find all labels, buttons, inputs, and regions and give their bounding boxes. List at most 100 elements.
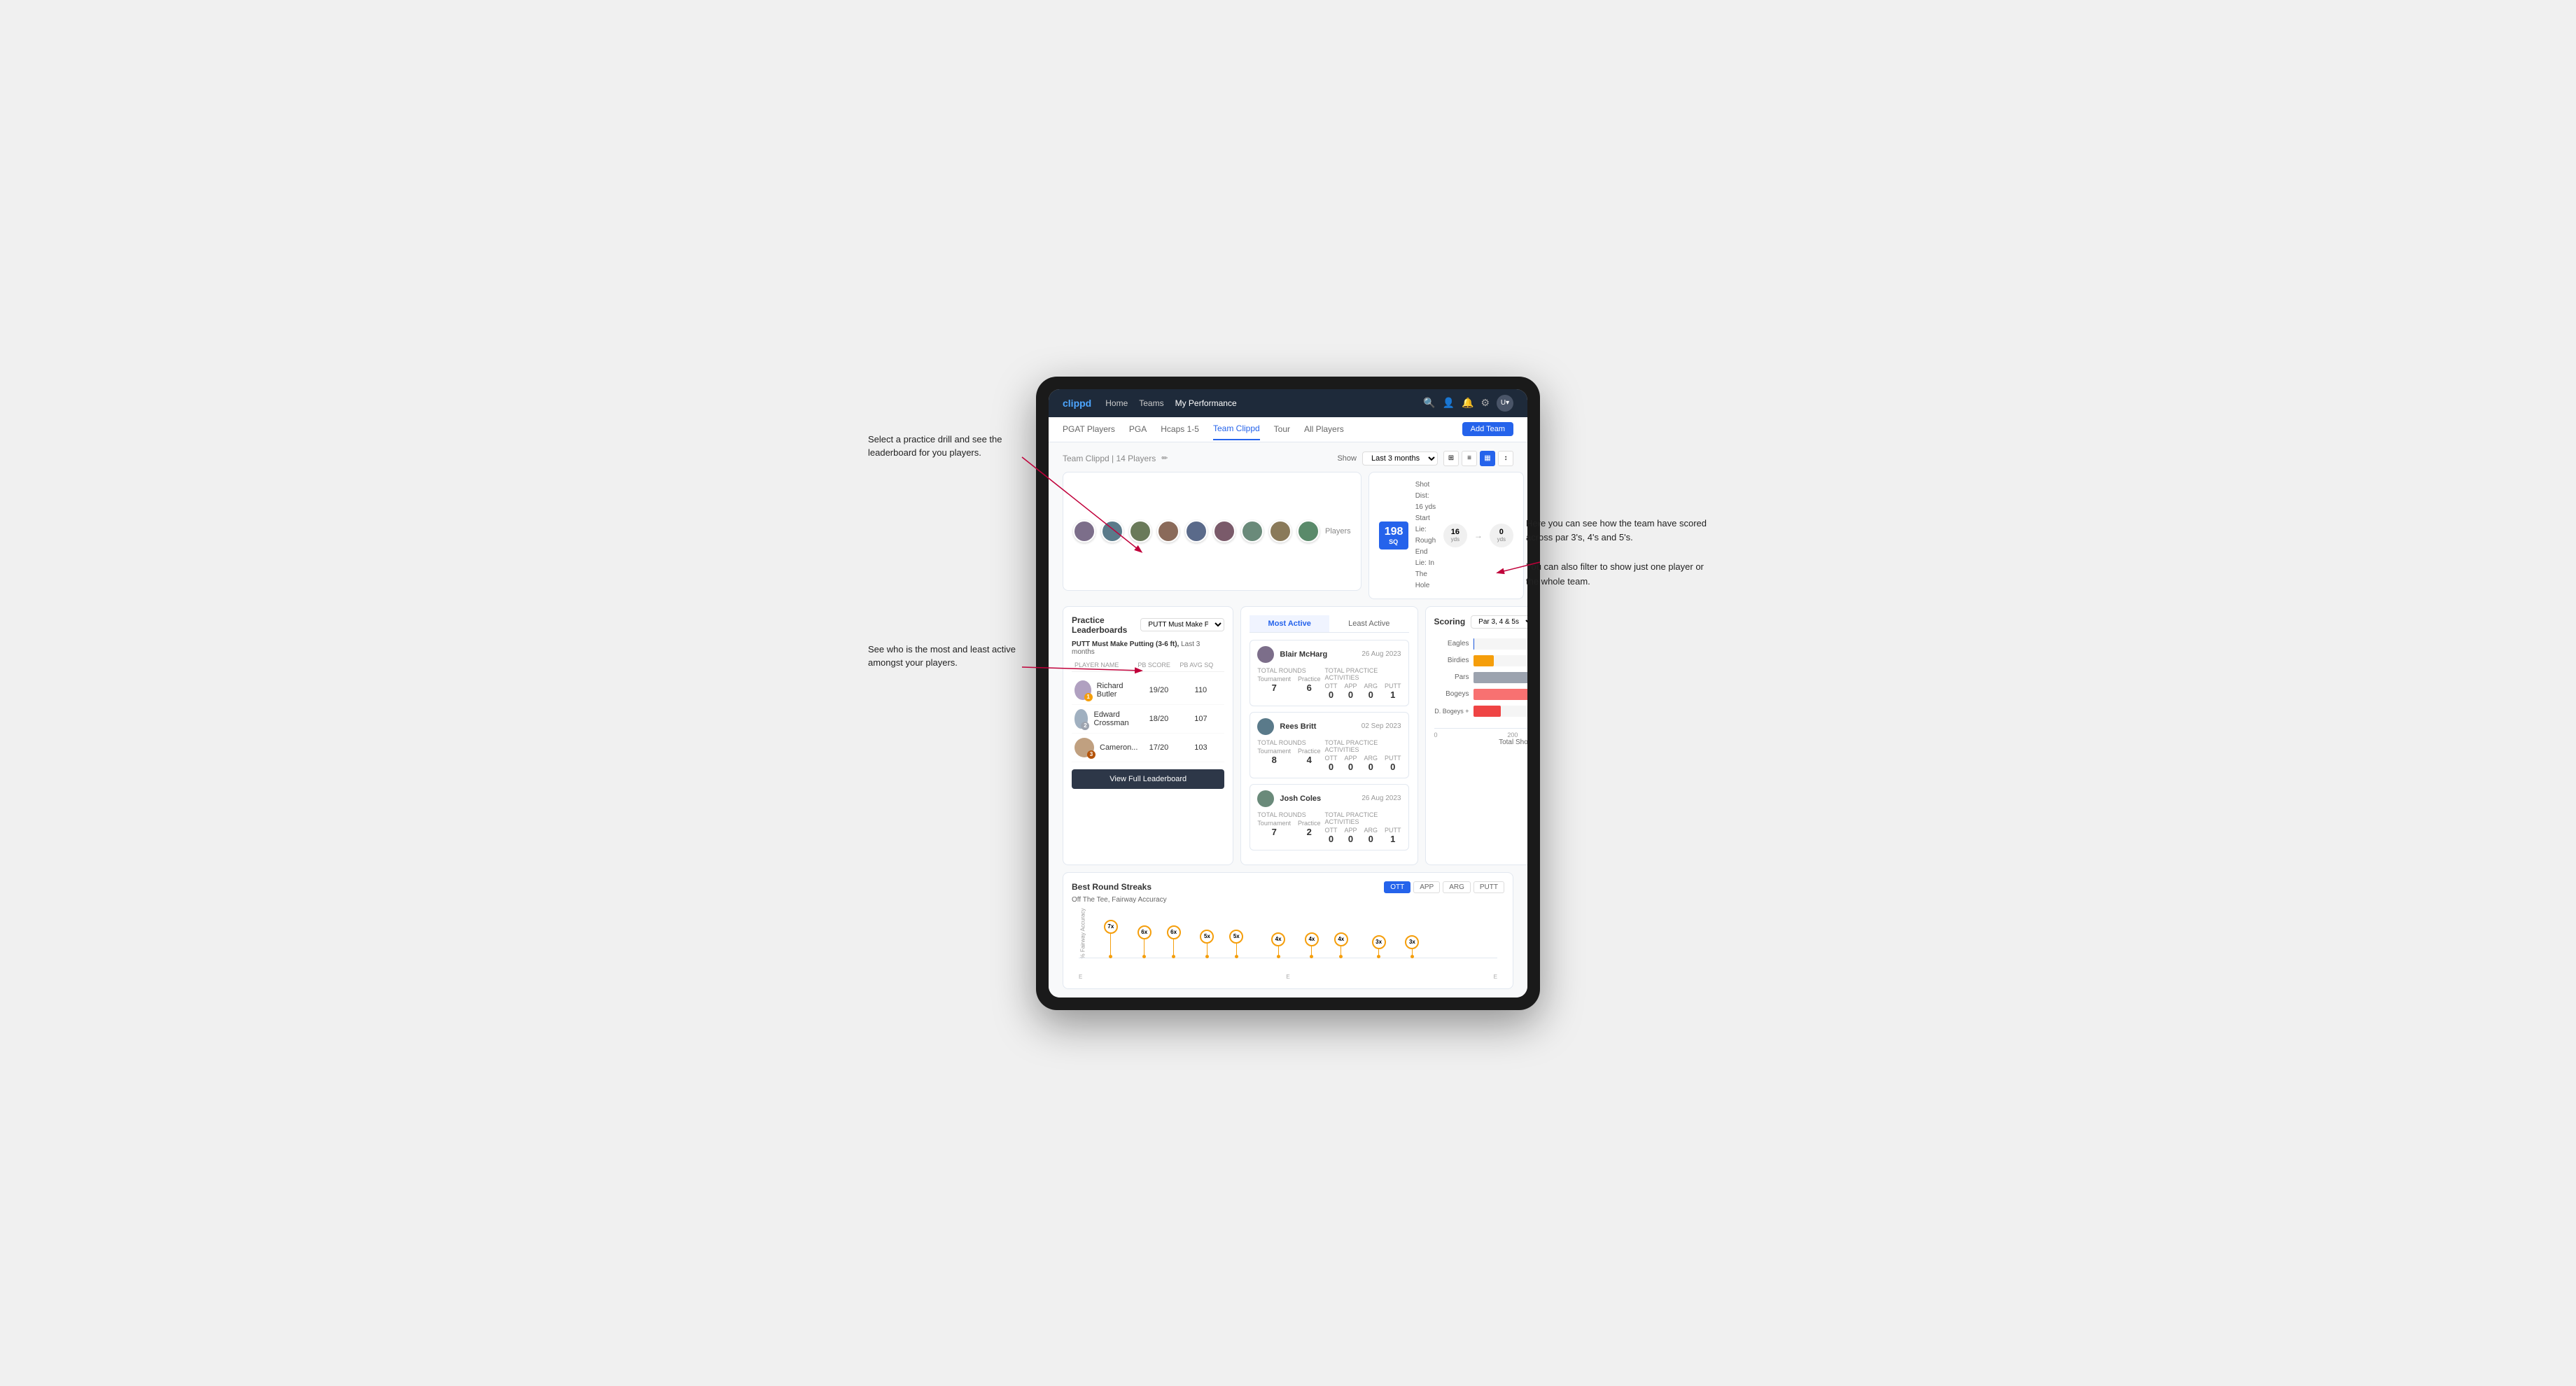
activity-stats-1: Total Rounds Tournament 7 Practice: [1257, 667, 1401, 700]
streak-bubble-5: 5x: [1229, 930, 1243, 944]
add-team-button[interactable]: Add Team: [1462, 422, 1513, 436]
player-avatar-9[interactable]: [1297, 520, 1320, 542]
activity-thumb-1: [1257, 646, 1274, 663]
bar-label-eagles: Eagles: [1434, 640, 1469, 648]
streak-point-8: 4x: [1334, 932, 1348, 958]
player-info-3: 3 Cameron...: [1074, 738, 1138, 757]
list-view-icon[interactable]: ≡: [1462, 451, 1477, 466]
total-rounds-group-1: Total Rounds Tournament 7 Practice: [1257, 667, 1320, 700]
subnav-tour[interactable]: Tour: [1274, 419, 1290, 440]
activity-tabs: Most Active Least Active: [1250, 615, 1408, 633]
axis-200: 200: [1507, 732, 1518, 738]
streak-point-7: 4x: [1305, 932, 1319, 958]
leaderboard-title: Practice Leaderboards: [1072, 615, 1140, 635]
streaks-tab-app[interactable]: APP: [1413, 881, 1440, 893]
player-name-1: Richard Butler: [1097, 682, 1138, 699]
sort-icon[interactable]: ↕: [1498, 451, 1513, 466]
period-select[interactable]: Last 3 months Last 6 months Last year: [1362, 451, 1438, 465]
subnav-team-clippd[interactable]: Team Clippd: [1213, 418, 1260, 440]
team-player-count: | 14 Players: [1112, 454, 1156, 463]
least-active-tab[interactable]: Least Active: [1329, 615, 1409, 632]
leaderboard-row-2: 2 Edward Crossman 18/20 107: [1072, 705, 1224, 734]
player-avatar-7[interactable]: [1241, 520, 1264, 542]
bar-fill-pars: [1474, 672, 1528, 683]
settings-icon[interactable]: ⚙: [1480, 397, 1490, 409]
search-icon[interactable]: 🔍: [1423, 397, 1435, 409]
tournament-stat-3: Tournament 7: [1257, 820, 1291, 837]
streak-chart-area: % Fairway Accuracy 7x 6x: [1079, 909, 1497, 972]
streaks-tab-ott[interactable]: OTT: [1384, 881, 1410, 893]
annotation-top-right: Here you can see how the team have score…: [1526, 517, 1708, 589]
player-avatar-6[interactable]: [1213, 520, 1236, 542]
streak-dot-10: [1410, 955, 1414, 958]
x-tick-2: E: [1286, 974, 1289, 980]
player-thumb-3: 3: [1074, 738, 1094, 757]
subnav-pgat[interactable]: PGAT Players: [1063, 419, 1115, 440]
score-1: 19/20: [1138, 686, 1180, 694]
brand-logo: clippd: [1063, 398, 1091, 409]
streak-point-3: 6x: [1167, 925, 1181, 958]
activity-date-1: 26 Aug 2023: [1362, 650, 1401, 658]
activity-stats-3: Total Rounds Tournament 7 Practice: [1257, 811, 1401, 844]
bar-label-dbogeys: D. Bogeys +: [1434, 708, 1469, 715]
activity-thumb-2: [1257, 718, 1274, 735]
bell-icon[interactable]: 🔔: [1462, 397, 1474, 409]
streaks-tab-putt[interactable]: PUTT: [1474, 881, 1504, 893]
nav-home[interactable]: Home: [1105, 396, 1128, 411]
streak-bubble-10: 3x: [1405, 935, 1419, 949]
chart-axis: 0 200 400: [1434, 728, 1528, 738]
player-avatar-3[interactable]: [1129, 520, 1152, 542]
bar-fill-bogeys: [1474, 689, 1528, 700]
player-avatar-5[interactable]: [1185, 520, 1208, 542]
view-full-leaderboard-button[interactable]: View Full Leaderboard: [1072, 769, 1224, 789]
sub-nav: PGAT Players PGA Hcaps 1-5 Team Clippd T…: [1049, 417, 1527, 442]
user-avatar[interactable]: U▾: [1497, 395, 1513, 412]
activity-card-header-1: Blair McHarg 26 Aug 2023: [1257, 646, 1401, 663]
player-avatar-4[interactable]: [1157, 520, 1180, 542]
bar-row-eagles: Eagles 3: [1434, 638, 1528, 650]
streak-bubble-7: 4x: [1305, 932, 1319, 946]
subnav-pga[interactable]: PGA: [1129, 419, 1147, 440]
activity-panel: Most Active Least Active Blair McHarg 26…: [1240, 606, 1418, 865]
activity-name-1: Blair McHarg: [1280, 650, 1356, 659]
tablet-frame: clippd Home Teams My Performance 🔍 👤 🔔 ⚙…: [1036, 377, 1540, 1010]
player-avatar-2[interactable]: [1101, 520, 1124, 542]
grid-view-icon[interactable]: ⊞: [1443, 451, 1459, 466]
streaks-title: Best Round Streaks: [1072, 882, 1152, 892]
streak-bubble-8: 4x: [1334, 932, 1348, 946]
player-thumb-2: 2: [1074, 709, 1088, 729]
streak-stem-6: [1278, 946, 1279, 955]
streak-dot-4: [1205, 955, 1209, 958]
card-view-icon[interactable]: ▦: [1480, 451, 1495, 466]
navbar-links: Home Teams My Performance: [1105, 396, 1409, 411]
total-shots-label: Total Shots: [1434, 738, 1528, 746]
leaderboard-subtitle: PUTT Must Make Putting (3-6 ft), Last 3 …: [1072, 640, 1224, 656]
bar-row-bogeys: Bogeys 311: [1434, 689, 1528, 700]
view-icons: ⊞ ≡ ▦ ↕: [1443, 451, 1513, 466]
player-avatar-1[interactable]: [1073, 520, 1096, 542]
player-avatar-8[interactable]: [1269, 520, 1292, 542]
activity-card-2: Rees Britt 02 Sep 2023 Total Rounds Tour…: [1250, 712, 1408, 778]
total-rounds-group-2: Total Rounds Tournament 8 Practice: [1257, 739, 1320, 772]
practice-stat-2: Practice 4: [1298, 748, 1321, 765]
edit-icon[interactable]: ✏: [1161, 454, 1168, 463]
people-icon[interactable]: 👤: [1443, 397, 1455, 409]
nav-my-performance[interactable]: My Performance: [1175, 396, 1237, 411]
bar-fill-dbogeys: [1474, 706, 1502, 717]
streak-point-6: 4x: [1271, 932, 1285, 958]
three-columns: Practice Leaderboards PUTT Must Make Put…: [1063, 606, 1513, 865]
scoring-par-filter[interactable]: Par 3, 4 & 5s: [1471, 615, 1527, 629]
putt-stat-3: PUTT 1: [1385, 827, 1401, 844]
subnav-all-players[interactable]: All Players: [1304, 419, 1344, 440]
streaks-tab-arg[interactable]: ARG: [1443, 881, 1471, 893]
most-active-tab[interactable]: Most Active: [1250, 615, 1329, 632]
app-stat-2: APP 0: [1344, 755, 1357, 772]
drill-select[interactable]: PUTT Must Make Putting: [1140, 618, 1224, 631]
player-name-2: Edward Crossman: [1093, 710, 1138, 727]
streaks-panel: Best Round Streaks OTT APP ARG PUTT Off …: [1063, 872, 1513, 989]
subnav-hcaps[interactable]: Hcaps 1-5: [1161, 419, 1199, 440]
players-label: Players: [1325, 527, 1351, 536]
axis-0: 0: [1434, 732, 1438, 738]
bar-row-birdies: Birdies 96: [1434, 655, 1528, 666]
nav-teams[interactable]: Teams: [1139, 396, 1163, 411]
